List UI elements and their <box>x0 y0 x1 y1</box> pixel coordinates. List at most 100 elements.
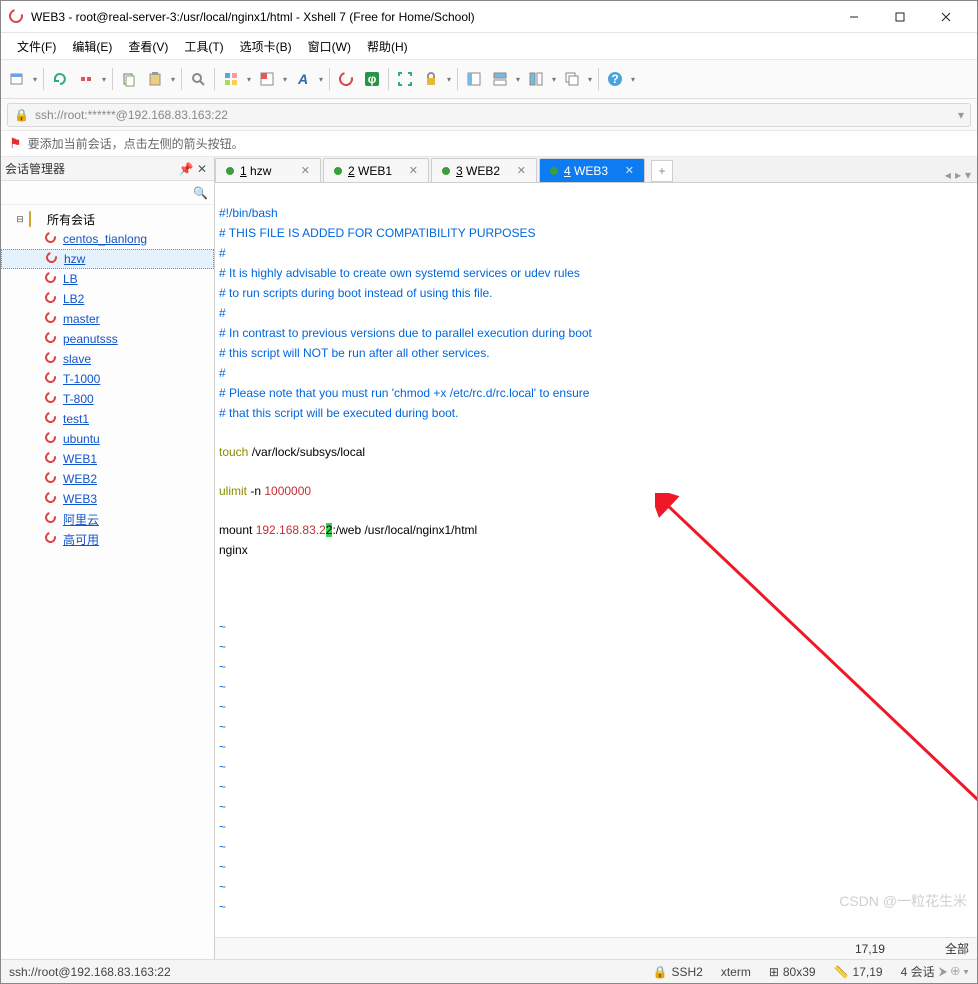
dropdown-icon[interactable]: ▾ <box>629 67 637 91</box>
dropdown-icon[interactable]: ▾ <box>31 67 39 91</box>
cursor-pos: 17,19 <box>855 942 885 956</box>
tree-item-peanutsss[interactable]: peanutsss <box>1 329 214 349</box>
help-icon[interactable]: ? <box>603 67 627 91</box>
search-icon: 🔍 <box>193 186 208 200</box>
address-input[interactable]: 🔒 ssh://root:******@192.168.83.163:22 ▾ <box>7 103 971 127</box>
vim-mode: 全部 <box>945 940 969 957</box>
tile-v-icon[interactable] <box>524 67 548 91</box>
session-icon <box>45 512 59 526</box>
dropdown-icon[interactable]: ▾ <box>586 67 594 91</box>
flag-icon: ⚑ <box>9 135 22 152</box>
tab-WEB1[interactable]: 2 WEB1✕ <box>323 158 429 182</box>
color-icon[interactable] <box>255 67 279 91</box>
status-bar: ssh://root@192.168.83.163:22 🔒SSH2 xterm… <box>1 959 977 983</box>
svg-text:?: ? <box>611 72 618 86</box>
new-tab-button[interactable]: + <box>651 160 673 182</box>
tree-item-WEB2[interactable]: WEB2 <box>1 469 214 489</box>
tree-item-阿里云[interactable]: 阿里云 <box>1 509 214 529</box>
toolbar: ▾ ▾ ▾ ▾ ▾ A ▾ φ ▾ ▾ ▾ ▾ ? ▾ <box>1 59 977 99</box>
session-icon <box>45 272 59 286</box>
tab-hzw[interactable]: 1 hzw✕ <box>215 158 321 182</box>
reconnect-icon[interactable] <box>48 67 72 91</box>
session-icon <box>45 392 59 406</box>
menu-tools[interactable]: 工具(T) <box>176 34 231 59</box>
menu-view[interactable]: 查看(V) <box>120 34 176 59</box>
paste-icon[interactable] <box>143 67 167 91</box>
app-icon <box>9 9 25 25</box>
close-tab-icon[interactable]: ✕ <box>301 164 310 177</box>
menu-file[interactable]: 文件(F) <box>9 34 64 59</box>
status-protocol: 🔒SSH2 <box>653 965 703 979</box>
tab-WEB2[interactable]: 3 WEB2✕ <box>431 158 537 182</box>
disconnect-icon[interactable] <box>74 67 98 91</box>
tree-root[interactable]: ⊟ 所有会话 <box>1 209 214 229</box>
tree-item-WEB3[interactable]: WEB3 <box>1 489 214 509</box>
minimize-button[interactable] <box>831 3 877 31</box>
tree-item-LB2[interactable]: LB2 <box>1 289 214 309</box>
lock-icon[interactable] <box>419 67 443 91</box>
menu-tab[interactable]: 选项卡(B) <box>232 34 300 59</box>
dropdown-icon[interactable]: ▾ <box>317 67 325 91</box>
tree-item-ubuntu[interactable]: ubuntu <box>1 429 214 449</box>
tab-prev-icon[interactable]: ◂ <box>945 168 951 182</box>
grid-icon: ⊞ <box>769 965 779 979</box>
tile-h-icon[interactable] <box>488 67 512 91</box>
dropdown-icon[interactable]: ▾ <box>445 67 453 91</box>
collapse-icon[interactable]: ⊟ <box>15 214 25 225</box>
status-connection: ssh://root@192.168.83.163:22 <box>9 965 171 979</box>
dropdown-icon[interactable]: ▾ <box>514 67 522 91</box>
tree-item-T-1000[interactable]: T-1000 <box>1 369 214 389</box>
tree-item-T-800[interactable]: T-800 <box>1 389 214 409</box>
tab-menu-icon[interactable]: ▾ <box>965 168 971 182</box>
xshell-icon[interactable] <box>334 67 358 91</box>
title-bar: WEB3 - root@real-server-3:/usr/local/ngi… <box>1 1 977 33</box>
close-tab-icon[interactable]: ✕ <box>517 164 526 177</box>
close-button[interactable] <box>923 3 969 31</box>
menu-window[interactable]: 窗口(W) <box>300 34 359 59</box>
tree-item-WEB1[interactable]: WEB1 <box>1 449 214 469</box>
lock-icon: 🔒 <box>14 108 29 122</box>
dropdown-icon[interactable]: ▾ <box>169 67 177 91</box>
session-icon <box>45 232 59 246</box>
copy-icon[interactable] <box>117 67 141 91</box>
address-text: ssh://root:******@192.168.83.163:22 <box>35 108 228 122</box>
tree-item-centos_tianlong[interactable]: centos_tianlong <box>1 229 214 249</box>
session-icon <box>45 332 59 346</box>
tree-item-test1[interactable]: test1 <box>1 409 214 429</box>
fullscreen-icon[interactable] <box>393 67 417 91</box>
hint-bar: ⚑ 要添加当前会话，点击左侧的箭头按钮。 <box>1 131 977 157</box>
tab-WEB3[interactable]: 4 WEB3✕ <box>539 158 645 182</box>
window-title: WEB3 - root@real-server-3:/usr/local/ngi… <box>31 10 831 24</box>
sidebar-icon[interactable] <box>462 67 486 91</box>
session-icon <box>46 252 60 266</box>
layout-icon[interactable] <box>219 67 243 91</box>
session-icon <box>45 452 59 466</box>
terminal[interactable]: #!/bin/bash # THIS FILE IS ADDED FOR COM… <box>215 183 977 937</box>
chevron-down-icon[interactable]: ▾ <box>958 108 964 122</box>
close-panel-icon[interactable]: ✕ <box>194 161 210 177</box>
tree-item-master[interactable]: master <box>1 309 214 329</box>
dropdown-icon[interactable]: ▾ <box>281 67 289 91</box>
tree-item-高可用[interactable]: 高可用 <box>1 529 214 549</box>
tree-item-hzw[interactable]: hzw <box>1 249 214 269</box>
font-icon[interactable]: A <box>291 67 315 91</box>
panel-search[interactable]: 🔍 <box>1 181 214 205</box>
tab-next-icon[interactable]: ▸ <box>955 168 961 182</box>
status-cursor: 📏17,19 <box>834 965 883 979</box>
new-session-icon[interactable] <box>5 67 29 91</box>
maximize-button[interactable] <box>877 3 923 31</box>
dropdown-icon[interactable]: ▾ <box>550 67 558 91</box>
close-tab-icon[interactable]: ✕ <box>409 164 418 177</box>
tree-item-LB[interactable]: LB <box>1 269 214 289</box>
menu-help[interactable]: 帮助(H) <box>359 34 416 59</box>
dropdown-icon[interactable]: ▾ <box>245 67 253 91</box>
tree-item-slave[interactable]: slave <box>1 349 214 369</box>
search-icon[interactable] <box>186 67 210 91</box>
cascade-icon[interactable] <box>560 67 584 91</box>
xftp-icon[interactable]: φ <box>360 67 384 91</box>
pin-icon[interactable]: 📌 <box>178 161 194 177</box>
status-size: ⊞ 80x39 <box>769 965 816 979</box>
dropdown-icon[interactable]: ▾ <box>100 67 108 91</box>
close-tab-icon[interactable]: ✕ <box>625 164 634 177</box>
menu-edit[interactable]: 编辑(E) <box>64 34 120 59</box>
